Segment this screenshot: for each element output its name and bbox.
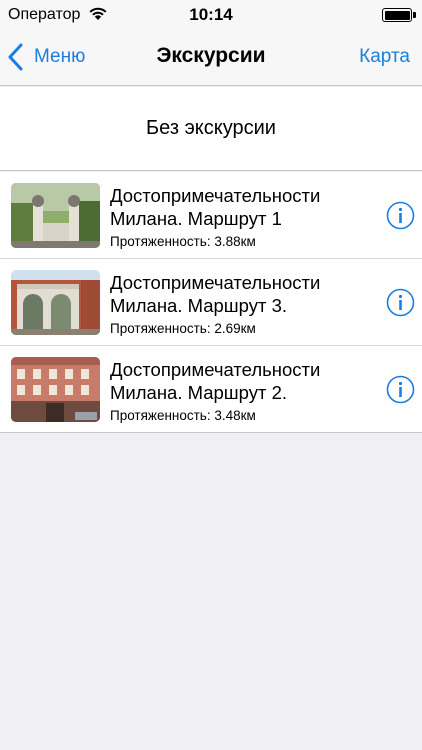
- battery-icon: [382, 8, 412, 22]
- route-title-line-2: Милана. Маршрут 2.: [110, 382, 288, 403]
- route-title-line-1: Достопримечательности: [110, 359, 321, 380]
- info-icon[interactable]: [386, 288, 415, 317]
- no-tour-label: Без экскурсии: [146, 117, 276, 139]
- route-thumbnail: [11, 183, 100, 248]
- route-title-line-1: Достопримечательности: [110, 185, 321, 206]
- route-row-2[interactable]: Достопримечательности Милана. Маршрут 3.…: [0, 259, 422, 346]
- route-length: Протяженность: 3.48км: [110, 408, 256, 423]
- status-bar: Оператор 10:14: [0, 0, 422, 30]
- clock: 10:14: [189, 5, 233, 24]
- route-row-3[interactable]: Достопримечательности Милана. Маршрут 2.…: [0, 346, 422, 433]
- route-title-line-1: Достопримечательности: [110, 272, 321, 293]
- route-thumbnail: [11, 357, 100, 422]
- route-title-line-2: Милана. Маршрут 3.: [110, 295, 288, 316]
- route-title: Достопримечательности Милана. Маршрут 1: [110, 184, 370, 230]
- route-title-line-2: Милана. Маршрут 1: [110, 208, 282, 229]
- route-title: Достопримечательности Милана. Маршрут 2.: [110, 358, 370, 404]
- battery-tip: [413, 12, 416, 18]
- route-length: Протяженность: 2.69км: [110, 321, 256, 336]
- route-length: Протяженность: 3.88км: [110, 234, 256, 249]
- route-row-1[interactable]: Достопримечательности Милана. Маршрут 1 …: [0, 172, 422, 259]
- route-thumbnail: [11, 270, 100, 335]
- info-icon[interactable]: [386, 201, 415, 230]
- navigation-bar: Меню Экскурсии Карта: [0, 30, 422, 86]
- route-title: Достопримечательности Милана. Маршрут 3.: [110, 271, 370, 317]
- map-button[interactable]: Карта: [359, 46, 410, 68]
- no-tour-option[interactable]: Без экскурсии: [0, 87, 422, 171]
- info-icon[interactable]: [386, 375, 415, 404]
- routes-list: Достопримечательности Милана. Маршрут 1 …: [0, 172, 422, 433]
